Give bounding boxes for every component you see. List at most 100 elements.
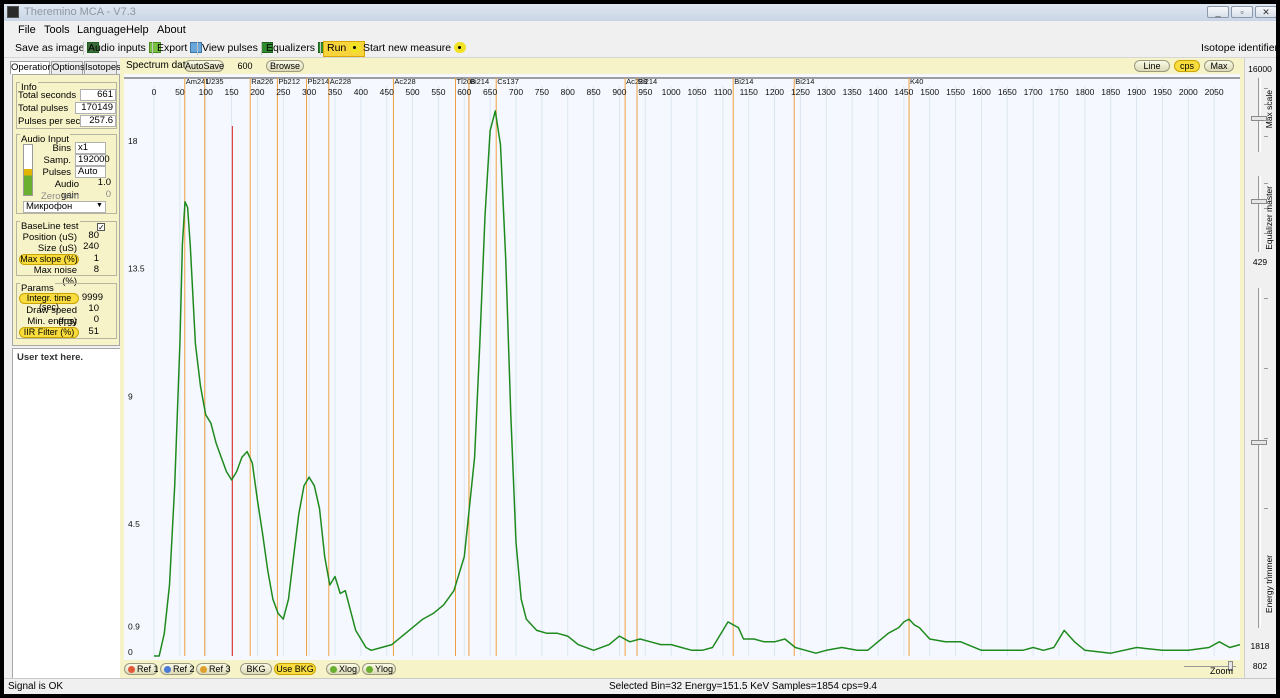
browse-button[interactable]: Browse bbox=[266, 60, 304, 72]
view-pulses-button[interactable]: View pulses bbox=[202, 42, 273, 57]
x-tick-label: 550 bbox=[431, 87, 445, 97]
menu-tools[interactable]: Tools bbox=[44, 24, 70, 36]
selection-status: Selected Bin=32 Energy=151.5 KeV Samples… bbox=[609, 681, 877, 692]
audio-inputs-button[interactable]: Audio inputs bbox=[88, 42, 161, 57]
top-scale-value: 16000 bbox=[1248, 64, 1272, 74]
ylog-dot-icon bbox=[366, 666, 373, 673]
menu-file[interactable]: File bbox=[18, 24, 36, 36]
line-button[interactable]: Line bbox=[1134, 60, 1170, 72]
y-tick-label: 0 bbox=[128, 647, 133, 657]
operation-panel: Info Total seconds 661 Total pulses 1701… bbox=[12, 74, 120, 346]
save-image-button[interactable]: Save as image bbox=[15, 42, 100, 57]
level-meter-fill bbox=[24, 169, 32, 195]
total-seconds-value: 661 bbox=[80, 89, 116, 101]
maximize-button[interactable]: ▫ bbox=[1231, 6, 1253, 18]
baseline-group: BaseLine test ✓ Position (uS) 80 Size (u… bbox=[16, 221, 117, 287]
integr-time-button[interactable]: Integr. time (sec) bbox=[19, 293, 79, 312]
max-noise-value[interactable]: 8 bbox=[83, 265, 101, 277]
equalizers-label: Equalizers bbox=[266, 42, 316, 54]
x-tick-label: 1800 bbox=[1075, 87, 1094, 97]
tab-isotopes[interactable]: Isotopes bbox=[84, 61, 121, 75]
tick bbox=[1264, 88, 1268, 89]
x-tick-label: 1150 bbox=[740, 87, 759, 97]
x-tick-label: 150 bbox=[224, 87, 238, 97]
energy-trimmer-label: Energy trimmer bbox=[1264, 555, 1274, 614]
xlog-label: Xlog bbox=[339, 664, 358, 674]
x-tick-label: 950 bbox=[638, 87, 652, 97]
tick bbox=[1264, 438, 1268, 439]
ref1-button[interactable]: Ref 1 bbox=[124, 663, 159, 675]
y-tick-label: 18 bbox=[128, 136, 138, 146]
x-tick-label: 500 bbox=[405, 87, 419, 97]
isotope-marker-label: Bi214 bbox=[470, 77, 489, 86]
minimize-button[interactable]: _ bbox=[1207, 6, 1229, 18]
use-bkg-button[interactable]: Use BKG bbox=[274, 663, 316, 675]
equalizer-master-label: Equalizer master bbox=[1264, 186, 1274, 250]
x-tick-label: 1750 bbox=[1050, 87, 1069, 97]
app-window: Theremino MCA - V7.3 _ ▫ ✕ File Tools La… bbox=[4, 4, 1276, 694]
x-tick-label: 2000 bbox=[1179, 87, 1198, 97]
start-new-measure-button[interactable]: Start new measure bbox=[363, 42, 467, 57]
x-tick-label: 1650 bbox=[998, 87, 1017, 97]
ylog-label: Ylog bbox=[375, 664, 394, 674]
menu-about[interactable]: About bbox=[157, 24, 186, 36]
tab-options[interactable]: Options bbox=[51, 61, 85, 75]
run-button[interactable]: Run bbox=[323, 41, 366, 57]
bkg-button[interactable]: BKG bbox=[240, 663, 272, 675]
autosave-button[interactable]: AutoSave bbox=[184, 60, 224, 72]
x-tick-label: 1700 bbox=[1024, 87, 1043, 97]
close-button[interactable]: ✕ bbox=[1255, 6, 1276, 18]
samp-select[interactable]: 192000 bbox=[75, 154, 110, 166]
x-tick-label: 1950 bbox=[1153, 87, 1172, 97]
total-seconds-label: Total seconds bbox=[18, 90, 77, 101]
ref2-dot-icon bbox=[164, 666, 171, 673]
xlog-button[interactable]: Xlog bbox=[326, 663, 360, 675]
info-group: Info Total seconds 661 Total pulses 1701… bbox=[16, 82, 117, 129]
x-tick-label: 1500 bbox=[920, 87, 939, 97]
level-meter bbox=[23, 144, 33, 196]
export-button[interactable]: Export bbox=[157, 42, 203, 57]
spectrum-chart[interactable]: Am241U235 Ra226 Pb212 Pb214 Ac228 Ac228 Tl208B… bbox=[124, 74, 1244, 661]
y-tick-label: 0.9 bbox=[128, 621, 140, 631]
bottom-toolbar: Ref 1 Ref 2 Ref 3 BKG Use BKG Xlog Ylog bbox=[120, 660, 1244, 678]
isotope-identifier-label: Isotope identifier bbox=[1201, 42, 1276, 54]
max-button[interactable]: Max bbox=[1204, 60, 1234, 72]
pps-value: 257.6 bbox=[80, 115, 116, 127]
bins-select[interactable]: x1 bbox=[75, 142, 106, 154]
y-tick-label: 13.5 bbox=[128, 264, 145, 274]
ref3-button[interactable]: Ref 3 bbox=[196, 663, 231, 675]
isotope-marker-label: Ac228 bbox=[394, 77, 415, 86]
x-tick-label: 1200 bbox=[765, 87, 784, 97]
autosave-value[interactable]: 600 bbox=[234, 61, 256, 71]
x-tick-label: 1400 bbox=[869, 87, 888, 97]
tab-operation[interactable]: Operation bbox=[10, 61, 53, 75]
ref1-label: Ref 1 bbox=[137, 664, 159, 674]
device-select[interactable]: Микрофон bbox=[23, 201, 106, 213]
max-slope-button[interactable]: Max slope (%) bbox=[19, 254, 79, 265]
iir-filter-button[interactable]: IIR Filter (%) bbox=[19, 327, 79, 338]
ref3-dot-icon bbox=[200, 666, 207, 673]
audio-input-group: Audio Input Bins x1 Samp. 192000 Pulses … bbox=[16, 134, 117, 214]
menu-language[interactable]: Language bbox=[77, 24, 126, 36]
baseline-title: BaseLine test bbox=[20, 221, 80, 232]
isotope-identifier-button[interactable]: Isotope identifier bbox=[1201, 42, 1276, 57]
user-text-area[interactable]: User text here. bbox=[12, 348, 124, 694]
save-image-label: Save as image bbox=[15, 42, 85, 54]
iir-filter-value[interactable]: 51 bbox=[81, 327, 101, 339]
toolbar: Save as image Audio inputs Export View p… bbox=[4, 39, 1276, 58]
status-bar: Signal is OK Selected Bin=32 Energy=151.… bbox=[4, 678, 1276, 694]
isotope-marker-label: U235 bbox=[206, 77, 224, 86]
energy-trimmer-slider[interactable] bbox=[1251, 440, 1267, 445]
spectrum-data-label: Spectrum data bbox=[126, 60, 192, 71]
tick bbox=[1264, 508, 1268, 509]
menu-help[interactable]: Help bbox=[126, 24, 149, 36]
toolbar-separator bbox=[83, 42, 84, 55]
cps-button[interactable]: cps bbox=[1174, 60, 1200, 72]
equalizer-value: 429 bbox=[1252, 257, 1268, 267]
x-axis-ticks: 0 50 100 150 200 250 300 350 400 450 500 550 600 650 7… bbox=[152, 87, 1224, 97]
energy-trimmer-value: 1818 bbox=[1250, 641, 1270, 651]
ref2-button[interactable]: Ref 2 bbox=[160, 663, 195, 675]
ylog-button[interactable]: Ylog bbox=[362, 663, 396, 675]
x-tick-label: 850 bbox=[586, 87, 600, 97]
samp-label: Samp. bbox=[43, 155, 71, 166]
